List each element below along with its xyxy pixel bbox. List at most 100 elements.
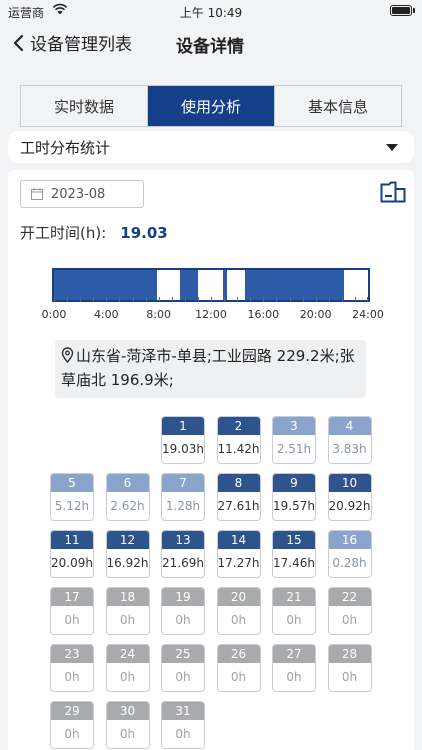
tab-basic-info[interactable]: 基本信息 [275, 86, 401, 126]
timeline-tick [158, 297, 160, 302]
day-hours: 0h [175, 613, 191, 627]
day-number: 1 [162, 417, 204, 435]
day-cell[interactable]: 9 19.57h [272, 473, 316, 521]
day-number: 31 [162, 702, 204, 720]
day-cell[interactable]: 2 11.42h [216, 416, 261, 464]
day-number: 4 [328, 417, 371, 435]
axis-label: 12:00 [195, 308, 227, 321]
day-number: 23 [51, 645, 93, 663]
day-cell[interactable]: 11 20.09h [50, 530, 94, 578]
day-hours: 2.51h [276, 442, 312, 456]
day-number: 26 [217, 645, 260, 663]
day-cell[interactable]: 18 0h [105, 587, 150, 635]
day-hours: 0h [119, 670, 136, 684]
timeline-tick [289, 297, 291, 302]
timeline-tick [145, 297, 147, 302]
axis-label: 4:00 [93, 308, 119, 321]
day-number: 2 [217, 417, 260, 435]
axis-label: 20:00 [299, 308, 332, 321]
timeline-tick [197, 297, 199, 302]
day-hours: 0h [286, 613, 302, 627]
day-hours: 0h [64, 670, 80, 684]
day-number: 14 [217, 531, 260, 549]
day-number: 28 [328, 645, 371, 663]
day-cell[interactable]: 8 27.61h [216, 473, 261, 521]
day-hours: 17.46h [273, 556, 315, 570]
analysis-card: 2023-08 开工时间(h): 19.03 0:00 4:00 8:00 12:… [8, 170, 414, 750]
day-cell[interactable]: 31 0h [161, 701, 205, 749]
export-icon[interactable] [380, 181, 406, 207]
timeline-axis: 0:00 4:00 8:00 12:00 16:00 20:00 24:00 [42, 308, 384, 322]
day-cell[interactable]: 6 2.62h [105, 473, 150, 521]
caret-down-icon [386, 144, 398, 151]
location-box: 山东省-菏泽市-单县;工业园路 229.2米;张草庙北 196.9米; [55, 340, 366, 398]
day-number: 11 [51, 531, 93, 549]
day-cell[interactable]: 12 16.92h [105, 530, 150, 578]
day-number: 3 [273, 417, 315, 435]
timeline-tick [67, 297, 69, 302]
battery-tip [413, 8, 415, 13]
day-hours: 0h [119, 727, 136, 741]
day-cell[interactable]: 17 0h [50, 587, 94, 635]
day-cell[interactable]: 15 17.46h [272, 530, 316, 578]
day-cell[interactable]: 30 0h [105, 701, 150, 749]
day-number: 20 [217, 588, 260, 606]
day-number: 21 [273, 588, 315, 606]
day-cell[interactable]: 3 2.51h [272, 416, 316, 464]
calendar-icon [31, 188, 43, 200]
timeline-ticks [54, 296, 368, 302]
day-cell[interactable]: 5 5.12h [50, 473, 94, 521]
day-number: 25 [162, 645, 204, 663]
clock: 上午 10:49 [179, 6, 243, 20]
timeline-tick [211, 297, 212, 302]
day-number: 30 [106, 702, 149, 720]
stat-type-select[interactable]: 工时分布统计 [8, 131, 414, 163]
page-title: 设备详情 [176, 37, 244, 57]
day-cell[interactable]: 13 21.69h [161, 530, 205, 578]
day-cell[interactable]: 29 0h [50, 701, 94, 749]
day-cell[interactable]: 25 0h [161, 644, 205, 692]
day-cell[interactable]: 26 0h [216, 644, 261, 692]
day-cell[interactable]: 4 3.83h [327, 416, 372, 464]
axis-label: 16:00 [247, 308, 280, 321]
day-hours: 3.83h [332, 442, 367, 456]
day-number: 5 [51, 474, 93, 492]
day-cell[interactable]: 16 0.28h [327, 530, 372, 578]
day-hours: 17.27h [217, 556, 260, 570]
day-number: 29 [51, 702, 93, 720]
stat-type-value: 工时分布统计 [20, 138, 111, 157]
tab-usage-analysis[interactable]: 使用分析 [148, 86, 275, 126]
day-cell[interactable]: 14 17.27h [216, 530, 261, 578]
day-hours: 0h [341, 670, 358, 684]
back-button[interactable]: 设备管理列表 [12, 30, 132, 55]
day-cell[interactable]: 21 0h [272, 587, 316, 635]
day-cell[interactable]: 20 0h [216, 587, 261, 635]
day-cell[interactable]: 28 0h [327, 644, 372, 692]
timeline-tick [302, 297, 304, 302]
day-cell[interactable]: 1 19.03h [161, 416, 205, 464]
day-hours: 0h [119, 613, 136, 627]
day-cell[interactable]: 19 0h [161, 587, 205, 635]
day-hours: 1.28h [165, 499, 201, 513]
timeline-tick [93, 297, 95, 302]
day-cell[interactable]: 10 20.92h [327, 473, 372, 521]
day-cell[interactable]: 23 0h [50, 644, 94, 692]
day-hours: 0h [341, 613, 358, 627]
day-cell[interactable]: 27 0h [272, 644, 316, 692]
day-cell[interactable]: 24 0h [105, 644, 150, 692]
tab-realtime[interactable]: 实时数据 [21, 86, 148, 126]
day-number: 9 [273, 474, 315, 492]
day-hours: 5.12h [54, 499, 90, 513]
location-pin-icon [61, 347, 74, 363]
day-hours: 19.57h [273, 499, 315, 513]
day-hours: 0h [175, 727, 191, 741]
day-hours: 0h [230, 670, 247, 684]
tab-bar: 实时数据 使用分析 基本信息 [20, 85, 402, 127]
day-hours: 11.42h [217, 442, 260, 456]
timeline-tick [54, 297, 55, 302]
day-cell[interactable]: 7 1.28h [161, 473, 205, 521]
day-cell[interactable]: 22 0h [327, 587, 372, 635]
month-picker[interactable]: 2023-08 [20, 180, 144, 208]
location-text: 山东省-菏泽市-单县;工业园路 229.2米;张草庙北 196.9米; [61, 347, 355, 389]
day-hours: 16.92h [106, 556, 149, 570]
